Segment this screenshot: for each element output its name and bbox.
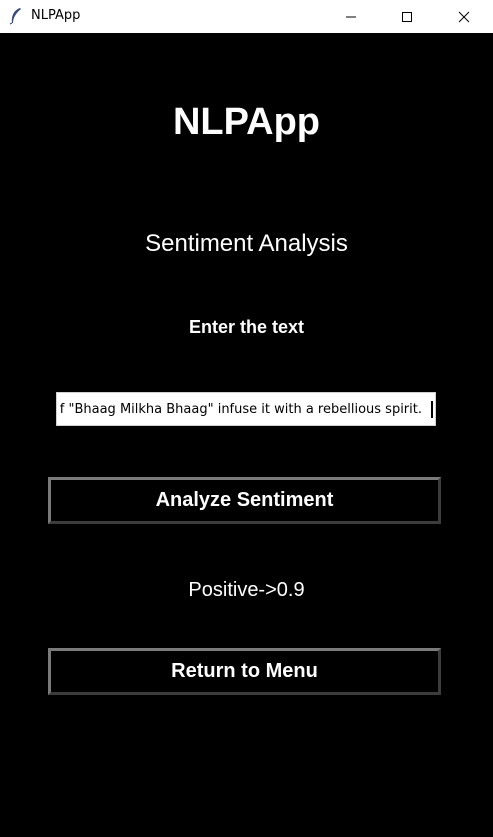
text-input-value: f "Bhaag Milkha Bhaag" infuse it with a … [59,402,422,417]
return-to-menu-button[interactable]: Return to Menu [48,648,441,695]
close-button[interactable] [441,0,487,33]
window-title: NLPApp [31,8,81,23]
text-input[interactable]: f "Bhaag Milkha Bhaag" infuse it with a … [56,392,436,426]
feather-icon [8,7,24,25]
text-cursor [431,401,433,418]
analyze-sentiment-button[interactable]: Analyze Sentiment [48,477,441,524]
minimize-button[interactable] [328,0,374,33]
close-icon [458,11,470,22]
maximize-button[interactable] [384,0,430,33]
window-titlebar: NLPApp [0,0,493,33]
section-heading: Sentiment Analysis [145,230,348,257]
app-heading: NLPApp [172,101,321,143]
main-panel: NLPApp Sentiment Analysis Enter the text… [0,33,493,837]
sentiment-result: Positive->0.9 [188,579,305,601]
minimize-icon [346,16,356,17]
input-label: Enter the text [188,317,305,337]
maximize-icon [402,11,412,22]
